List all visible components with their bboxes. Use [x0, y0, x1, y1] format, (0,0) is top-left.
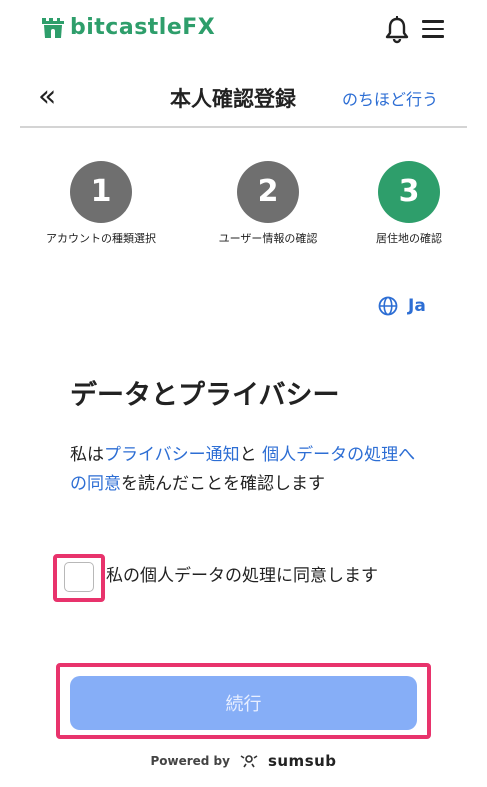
continue-button[interactable]: 続行: [70, 676, 417, 730]
step-3-circle: 3: [378, 161, 440, 223]
sumsub-logo-icon: [240, 755, 258, 768]
sumsub-brand[interactable]: sumsub: [268, 752, 337, 770]
brand-logo[interactable]: bitcastleFX: [40, 14, 215, 40]
app-header: bitcastleFX: [0, 0, 487, 60]
consent-paragraph: 私はプライバシー通知と 個人データの処理への同意を読んだことを確認します: [70, 441, 420, 499]
language-selector[interactable]: Ja: [378, 296, 426, 316]
powered-by-footer: Powered by sumsub: [0, 752, 487, 770]
step-2-circle: 2: [237, 161, 299, 223]
double-chevron-left-icon[interactable]: «: [38, 82, 56, 112]
step-3-label: 居住地の確認: [376, 232, 442, 245]
powered-by-text: Powered by: [150, 754, 230, 768]
brand-name: bitcastleFX: [70, 14, 216, 40]
language-code: Ja: [408, 296, 426, 316]
globe-icon: [378, 296, 398, 316]
castle-icon: [42, 18, 64, 38]
do-later-link[interactable]: のちほど行う: [342, 86, 438, 110]
page-titlebar: « 本人確認登録 のちほど行う: [0, 70, 487, 126]
step-1-circle: 1: [70, 161, 132, 223]
header-divider: [20, 126, 467, 128]
consent-checkbox-label[interactable]: 私の個人データの処理に同意します: [106, 562, 416, 590]
privacy-notice-link[interactable]: プライバシー通知: [104, 445, 240, 465]
page-title: 本人確認登録: [170, 87, 296, 111]
step-2-label: ユーザー情報の確認: [218, 232, 318, 245]
bell-icon[interactable]: [384, 16, 410, 44]
hamburger-menu-icon[interactable]: [422, 20, 444, 38]
step-1-label: アカウントの種類選択: [46, 232, 156, 245]
para-and: と: [239, 445, 263, 465]
para-prefix: 私は: [70, 445, 104, 465]
consent-checkbox[interactable]: [64, 562, 94, 592]
section-heading: データとプライバシー: [70, 380, 340, 411]
para-suffix: を読んだことを確認します: [121, 474, 325, 494]
